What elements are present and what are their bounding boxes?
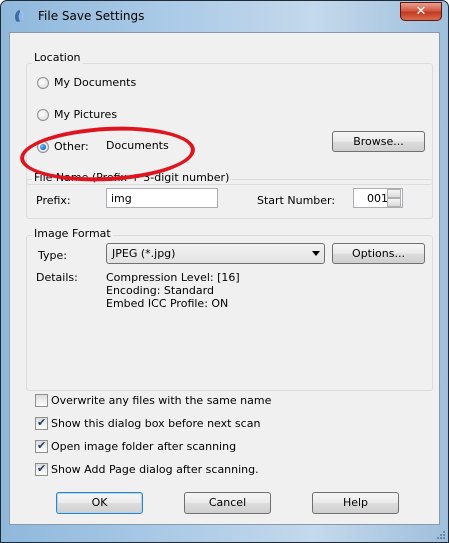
spin-up-button[interactable] xyxy=(387,189,401,198)
close-icon: ✕ xyxy=(415,4,427,19)
image-format-group-label: Image Format xyxy=(32,227,113,240)
window-title: File Save Settings xyxy=(38,9,145,23)
chevron-down-icon xyxy=(312,251,320,256)
ok-button-label: OK xyxy=(91,496,108,509)
help-button-label: Help xyxy=(342,496,369,509)
my-documents-radio[interactable] xyxy=(37,77,49,89)
my-pictures-radio[interactable] xyxy=(37,109,49,121)
options-button-label: Options... xyxy=(352,247,405,260)
cancel-button[interactable]: Cancel xyxy=(184,492,271,514)
file-save-settings-window: File Save Settings ✕ Location My Documen… xyxy=(0,0,449,543)
show-dialog-label[interactable]: Show this dialog box before next scan xyxy=(51,417,260,430)
browse-button[interactable]: Browse... xyxy=(332,131,425,152)
my-documents-label[interactable]: My Documents xyxy=(54,76,136,89)
start-number-spinner[interactable]: 001 xyxy=(353,188,403,208)
overwrite-checkbox[interactable] xyxy=(35,394,48,407)
prefix-label: Prefix: xyxy=(36,194,71,207)
dialog-client-area: Location My Documents My Pictures Other:… xyxy=(9,32,440,525)
spin-down-button[interactable] xyxy=(387,198,401,207)
resize-grip-icon[interactable] xyxy=(436,530,446,540)
open-folder-label[interactable]: Open image folder after scanning xyxy=(51,440,236,453)
open-folder-checkbox[interactable] xyxy=(35,439,48,453)
ok-button[interactable]: OK xyxy=(56,492,143,514)
start-number-label: Start Number: xyxy=(257,194,336,207)
close-button[interactable]: ✕ xyxy=(400,2,442,21)
prefix-input[interactable]: img xyxy=(106,188,218,208)
cancel-button-label: Cancel xyxy=(208,496,247,509)
overwrite-label[interactable]: Overwrite any files with the same name xyxy=(51,394,271,407)
format-type-select[interactable]: JPEG (*.jpg) xyxy=(106,243,325,264)
location-group-label: Location xyxy=(32,51,83,64)
details-compression: Compression Level: [16] xyxy=(106,271,240,284)
my-pictures-label[interactable]: My Pictures xyxy=(54,108,117,121)
browse-button-label: Browse... xyxy=(353,135,404,148)
scanner-app-icon xyxy=(15,10,24,22)
prefix-input-value: img xyxy=(111,192,132,205)
details-label: Details: xyxy=(36,271,78,284)
add-page-label[interactable]: Show Add Page dialog after scanning. xyxy=(51,463,259,476)
details-icc-profile: Embed ICC Profile: ON xyxy=(106,297,229,310)
start-number-value: 001 xyxy=(367,192,388,205)
show-dialog-checkbox[interactable] xyxy=(35,416,48,430)
options-button[interactable]: Options... xyxy=(332,243,425,264)
title-bar[interactable]: File Save Settings ✕ xyxy=(1,1,448,31)
format-type-value: JPEG (*.jpg) xyxy=(112,247,176,260)
add-page-checkbox[interactable] xyxy=(35,462,48,476)
help-button[interactable]: Help xyxy=(312,492,399,514)
type-label: Type: xyxy=(38,249,67,262)
details-encoding: Encoding: Standard xyxy=(106,284,214,297)
